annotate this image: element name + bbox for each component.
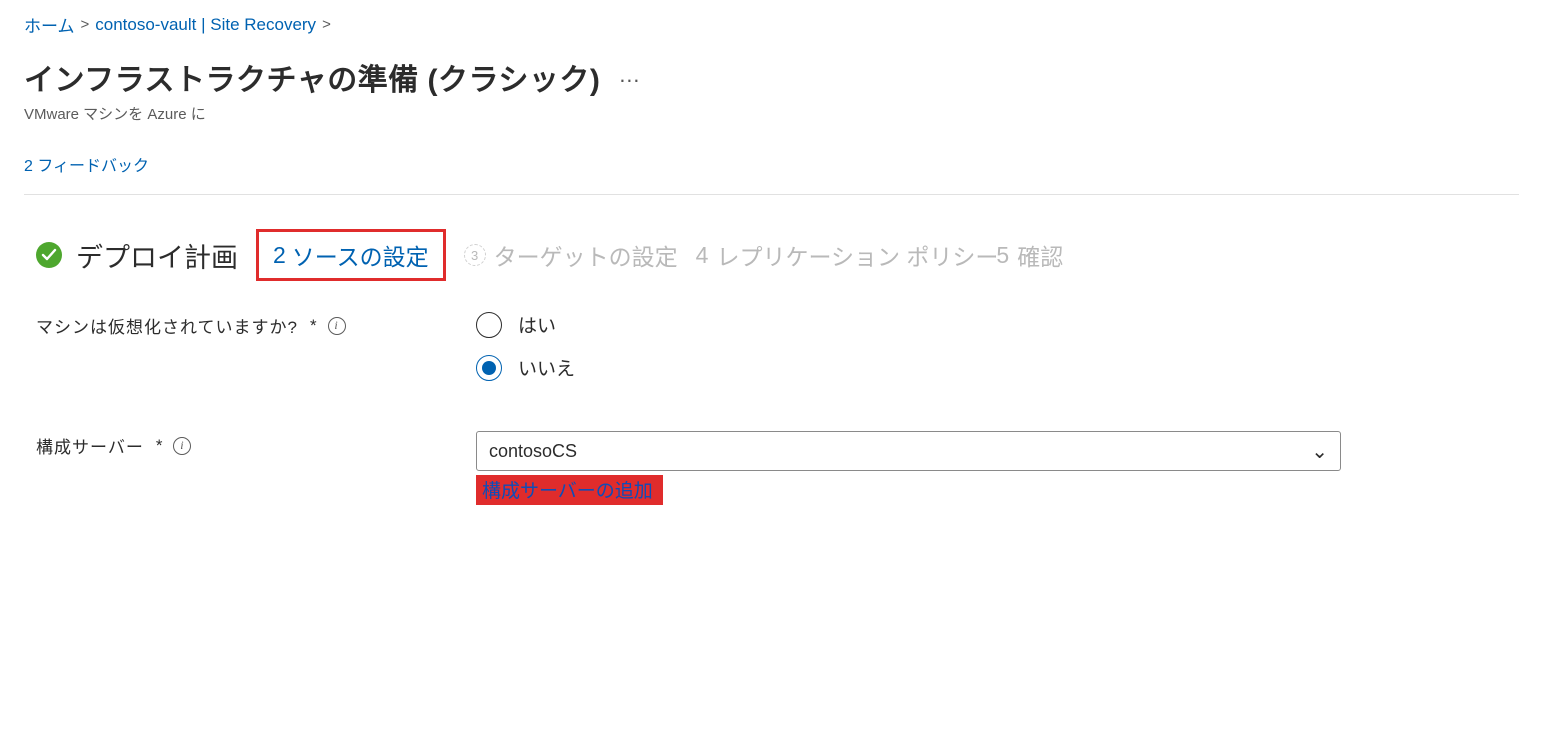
step-replication-policy[interactable]: 4 レプリケーション ポリシー (696, 238, 999, 272)
add-config-server-link[interactable]: 構成サーバーの追加 (482, 481, 653, 502)
step-label: ソースの設定 (292, 238, 429, 272)
feedback-number: 2 (24, 158, 33, 175)
page-subtitle: VMware マシンを Azure に (24, 103, 1519, 124)
step-number: 4 (696, 242, 709, 269)
info-icon[interactable]: i (173, 437, 191, 455)
required-marker: * (310, 316, 318, 336)
highlight-box: 構成サーバーの追加 (476, 475, 663, 505)
radio-no[interactable]: いいえ (476, 354, 575, 381)
breadcrumb-home[interactable]: ホーム (24, 12, 75, 37)
radio-icon (476, 312, 502, 338)
chevron-right-icon: > (322, 16, 331, 33)
wizard-steps: デプロイ計画 2 ソースの設定 3 ターゲットの設定 4 レプリケーション ポリ… (24, 229, 1519, 281)
chevron-down-icon: ⌄ (1311, 439, 1328, 464)
radio-yes-label: はい (518, 311, 556, 338)
config-server-label: 構成サーバー (36, 433, 144, 458)
breadcrumb: ホーム > contoso-vault | Site Recovery > (24, 12, 1519, 37)
step-label: 確認 (1017, 238, 1063, 272)
page-title: インフラストラクチャの準備 (クラシック) (24, 55, 600, 99)
step-label: デプロイ計画 (76, 236, 238, 275)
step-confirm[interactable]: 5 確認 (996, 238, 1063, 272)
config-server-value: contosoCS (489, 441, 577, 462)
step-number: 5 (996, 242, 1009, 269)
chevron-right-icon: > (81, 16, 90, 33)
more-actions-button[interactable]: … (618, 62, 642, 92)
breadcrumb-vault[interactable]: contoso-vault | Site Recovery (95, 15, 316, 35)
radio-yes[interactable]: はい (476, 311, 575, 338)
step-label: ターゲットの設定 (494, 238, 678, 272)
required-marker: * (156, 436, 164, 456)
radio-no-label: いいえ (518, 354, 575, 381)
step-number: 3 (464, 244, 486, 266)
feedback-link[interactable]: 2 フィードバック (24, 158, 149, 175)
step-label: レプリケーション ポリシー (716, 238, 998, 272)
radio-icon (476, 355, 502, 381)
virtualized-radio-group: はい いいえ (476, 311, 575, 381)
step-number: 2 (273, 242, 286, 269)
step-target-settings[interactable]: 3 ターゲットの設定 (464, 238, 678, 272)
feedback-label: フィードバック (37, 158, 149, 175)
config-server-select[interactable]: contosoCS ⌄ (476, 431, 1341, 471)
info-icon[interactable]: i (328, 317, 346, 335)
virtualized-label: マシンは仮想化されていますか? (36, 313, 298, 338)
step-source-settings[interactable]: 2 ソースの設定 (256, 229, 446, 281)
check-icon (36, 242, 62, 268)
step-deploy-plan[interactable]: デプロイ計画 (36, 236, 238, 275)
